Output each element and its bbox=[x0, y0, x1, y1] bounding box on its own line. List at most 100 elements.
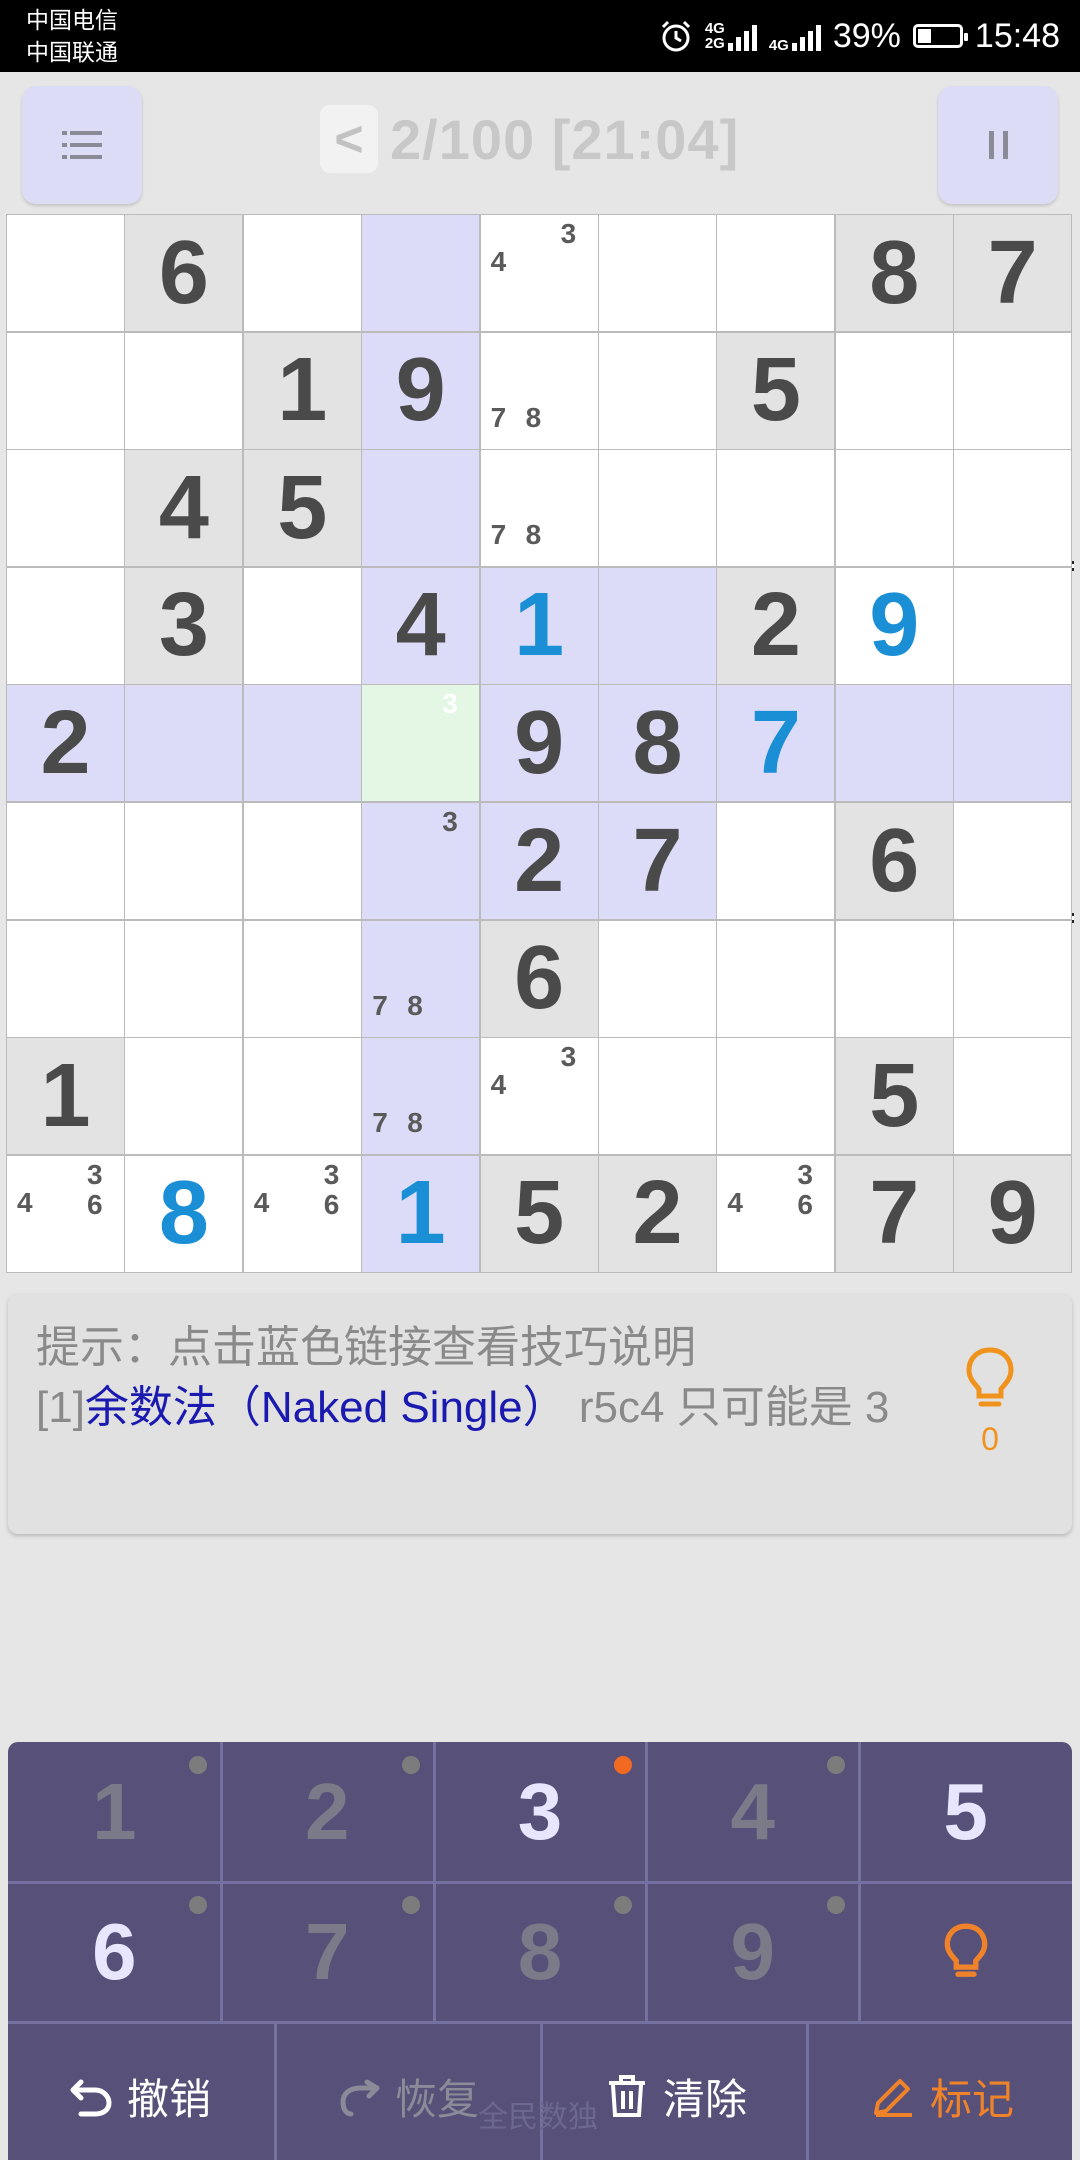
cell-r7c8[interactable] bbox=[834, 919, 954, 1038]
cell-r1c2[interactable]: 6 bbox=[124, 214, 244, 332]
number-key-9[interactable]: 9 bbox=[646, 1882, 859, 2022]
cell-r3c4[interactable] bbox=[361, 449, 481, 568]
cell-r7c7[interactable] bbox=[716, 919, 836, 1038]
cell-r2c6[interactable] bbox=[598, 331, 717, 450]
number-key-2[interactable]: 2 bbox=[221, 1742, 434, 1882]
cell-r9c9[interactable]: 9 bbox=[953, 1154, 1073, 1273]
cell-r3c1[interactable] bbox=[6, 449, 125, 568]
cell-r5c5[interactable]: 9 bbox=[479, 684, 599, 803]
cell-r9c8[interactable]: 7 bbox=[834, 1154, 954, 1273]
cell-r8c7[interactable] bbox=[716, 1037, 836, 1156]
cell-r7c4[interactable]: 78 bbox=[361, 919, 481, 1038]
cell-r4c3[interactable] bbox=[242, 566, 362, 685]
cell-r9c2[interactable]: 8 bbox=[124, 1154, 244, 1273]
number-key-7[interactable]: 7 bbox=[221, 1882, 434, 2022]
cell-r6c4[interactable]: 3 bbox=[361, 802, 481, 920]
cell-r1c7[interactable] bbox=[716, 214, 836, 332]
number-key-4[interactable]: 4 bbox=[646, 1742, 859, 1882]
cell-r2c2[interactable] bbox=[124, 331, 244, 450]
cell-r6c6[interactable]: 7 bbox=[598, 802, 717, 920]
cell-r6c3[interactable] bbox=[242, 802, 362, 920]
cell-r3c9[interactable] bbox=[953, 449, 1073, 568]
cell-r1c3[interactable] bbox=[242, 214, 362, 332]
cell-r1c1[interactable] bbox=[6, 214, 125, 332]
number-key-5[interactable]: 5 bbox=[859, 1742, 1072, 1882]
cell-r3c5[interactable]: 78 bbox=[479, 449, 599, 568]
cell-r6c1[interactable] bbox=[6, 802, 125, 920]
cell-r3c8[interactable] bbox=[834, 449, 954, 568]
number-key-3[interactable]: 3 bbox=[434, 1742, 647, 1882]
cell-r2c3[interactable]: 1 bbox=[242, 331, 362, 450]
cell-r1c4[interactable] bbox=[361, 214, 481, 332]
cell-r5c9[interactable] bbox=[953, 684, 1073, 803]
number-key-1[interactable]: 1 bbox=[8, 1742, 221, 1882]
cell-r8c3[interactable] bbox=[242, 1037, 362, 1156]
cell-r9c5[interactable]: 5 bbox=[479, 1154, 599, 1273]
cell-r9c3[interactable]: 3 4 6 bbox=[242, 1154, 362, 1273]
cell-r2c7[interactable]: 5 bbox=[716, 331, 836, 450]
hint-key[interactable] bbox=[859, 1882, 1072, 2022]
cell-r5c2[interactable] bbox=[124, 684, 244, 803]
number-key-6[interactable]: 6 bbox=[8, 1882, 221, 2022]
cell-r2c9[interactable] bbox=[953, 331, 1073, 450]
cell-r2c1[interactable] bbox=[6, 331, 125, 450]
cell-r5c4[interactable]: 3 bbox=[361, 684, 481, 803]
previous-level-button[interactable]: < bbox=[320, 105, 378, 173]
cell-r9c7[interactable]: 3 4 6 bbox=[716, 1154, 836, 1273]
cell-r4c2[interactable]: 3 bbox=[124, 566, 244, 685]
cell-r7c2[interactable] bbox=[124, 919, 244, 1038]
candidate-note: 6 bbox=[87, 1188, 103, 1220]
cell-r6c5[interactable]: 2 bbox=[479, 802, 599, 920]
cell-r3c3[interactable]: 5 bbox=[242, 449, 362, 568]
cell-r7c6[interactable] bbox=[598, 919, 717, 1038]
cell-r8c1[interactable]: 1 bbox=[6, 1037, 125, 1156]
keypad-divider bbox=[806, 2022, 809, 2160]
cell-r1c9[interactable]: 7 bbox=[953, 214, 1073, 332]
cell-r5c7[interactable]: 7 bbox=[716, 684, 836, 803]
undo-button[interactable]: 撤销 bbox=[8, 2032, 272, 2160]
technique-link[interactable]: 余数法（Naked Single） bbox=[85, 1383, 567, 1432]
cell-r4c4[interactable]: 4 bbox=[361, 566, 481, 685]
pause-button[interactable] bbox=[938, 86, 1058, 204]
cell-r7c1[interactable] bbox=[6, 919, 125, 1038]
menu-button[interactable] bbox=[22, 86, 142, 204]
mark-button[interactable]: 标记 bbox=[812, 2032, 1072, 2160]
cell-r8c8[interactable]: 5 bbox=[834, 1037, 954, 1156]
cell-r4c1[interactable] bbox=[6, 566, 125, 685]
cell-r1c8[interactable]: 8 bbox=[834, 214, 954, 332]
cell-r7c3[interactable] bbox=[242, 919, 362, 1038]
hint-button[interactable]: 0 bbox=[960, 1346, 1020, 1458]
cell-r3c2[interactable]: 4 bbox=[124, 449, 244, 568]
cell-r9c1[interactable]: 3 4 6 bbox=[6, 1154, 125, 1273]
cell-r5c3[interactable] bbox=[242, 684, 362, 803]
cell-r5c8[interactable] bbox=[834, 684, 954, 803]
cell-r7c9[interactable] bbox=[953, 919, 1073, 1038]
cell-r4c6[interactable] bbox=[598, 566, 717, 685]
cell-r8c2[interactable] bbox=[124, 1037, 244, 1156]
cell-r8c5[interactable]: 34 bbox=[479, 1037, 599, 1156]
cell-r9c4[interactable]: 1 bbox=[361, 1154, 481, 1273]
cell-r5c6[interactable]: 8 bbox=[598, 684, 717, 803]
cell-r9c6[interactable]: 2 bbox=[598, 1154, 717, 1273]
cell-r2c4[interactable]: 9 bbox=[361, 331, 481, 450]
cell-r4c7[interactable]: 2 bbox=[716, 566, 836, 685]
cell-r4c8[interactable]: 9 bbox=[834, 566, 954, 685]
cell-r6c2[interactable] bbox=[124, 802, 244, 920]
cell-r7c5[interactable]: 6 bbox=[479, 919, 599, 1038]
cell-r5c1[interactable]: 2 bbox=[6, 684, 125, 803]
number-key-8[interactable]: 8 bbox=[434, 1882, 647, 2022]
cell-r1c5[interactable]: 34 bbox=[479, 214, 599, 332]
cell-r8c4[interactable]: 78 bbox=[361, 1037, 481, 1156]
cell-r4c9[interactable] bbox=[953, 566, 1073, 685]
cell-r6c8[interactable]: 6 bbox=[834, 802, 954, 920]
cell-r6c9[interactable] bbox=[953, 802, 1073, 920]
cell-r3c6[interactable] bbox=[598, 449, 717, 568]
cell-r8c9[interactable] bbox=[953, 1037, 1073, 1156]
cell-r8c6[interactable] bbox=[598, 1037, 717, 1156]
cell-r1c6[interactable] bbox=[598, 214, 717, 332]
cell-r6c7[interactable] bbox=[716, 802, 836, 920]
cell-r2c5[interactable]: 78 bbox=[479, 331, 599, 450]
cell-r4c5[interactable]: 1 bbox=[479, 566, 599, 685]
cell-r2c8[interactable] bbox=[834, 331, 954, 450]
cell-r3c7[interactable] bbox=[716, 449, 836, 568]
